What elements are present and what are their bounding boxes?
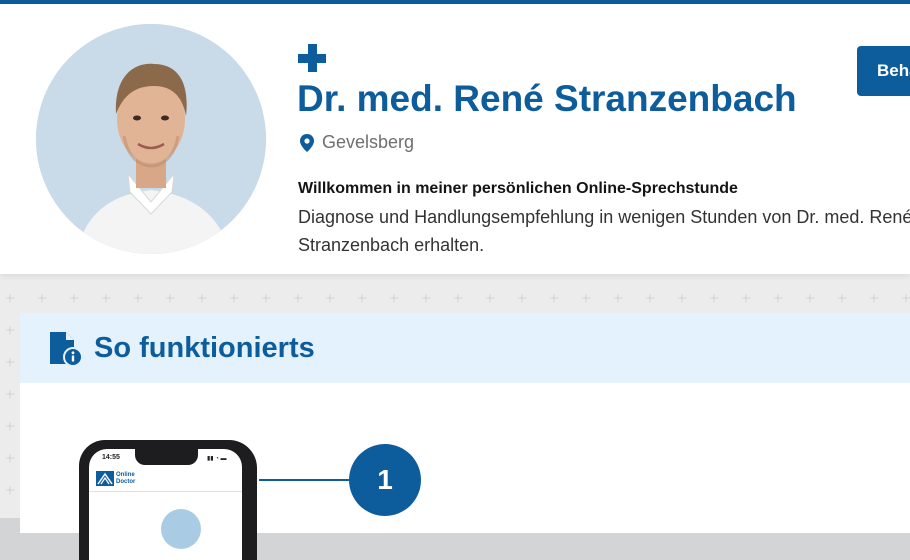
step-number-badge: 1 xyxy=(349,444,421,516)
location-label: Gevelsberg xyxy=(322,132,415,152)
phone-notch xyxy=(135,449,198,465)
phone-screen: 14:55 ▮▮ ◔ ▬ Online Doctor xyxy=(89,449,242,560)
location: Gevelsberg xyxy=(300,132,414,153)
logo-mark-icon xyxy=(96,471,114,486)
document-info-icon xyxy=(50,332,82,366)
section-title: So funktionierts xyxy=(94,332,315,364)
phone-content-circle xyxy=(161,509,201,549)
online-doctor-logo: Online Doctor xyxy=(96,471,142,486)
plus-icon xyxy=(298,44,328,74)
section-header: So funktionierts xyxy=(20,313,910,383)
doctor-header-card: Dr. med. René Stranzenbach Gevelsberg Wi… xyxy=(0,4,910,274)
doctor-name: Dr. med. René Stranzenbach xyxy=(297,78,797,119)
welcome-title: Willkommen in meiner persönlichen Online… xyxy=(298,180,738,197)
phone-time: 14:55 xyxy=(102,454,120,461)
map-pin-icon xyxy=(300,133,314,152)
welcome-text: Diagnose und Handlungsempfehlung in weni… xyxy=(298,207,910,255)
logo-text-line1: Online xyxy=(116,471,135,478)
doctor-avatar xyxy=(36,24,266,254)
start-treatment-button[interactable]: Behandlung starten xyxy=(857,46,910,96)
phone-illustration: 14:55 ▮▮ ◔ ▬ Online Doctor xyxy=(79,440,257,560)
step-connector-line xyxy=(259,479,353,481)
logo-text-line2: Doctor xyxy=(116,478,136,485)
phone-status-icons: ▮▮ ◔ ▬ xyxy=(207,456,227,462)
phone-divider xyxy=(89,491,242,492)
